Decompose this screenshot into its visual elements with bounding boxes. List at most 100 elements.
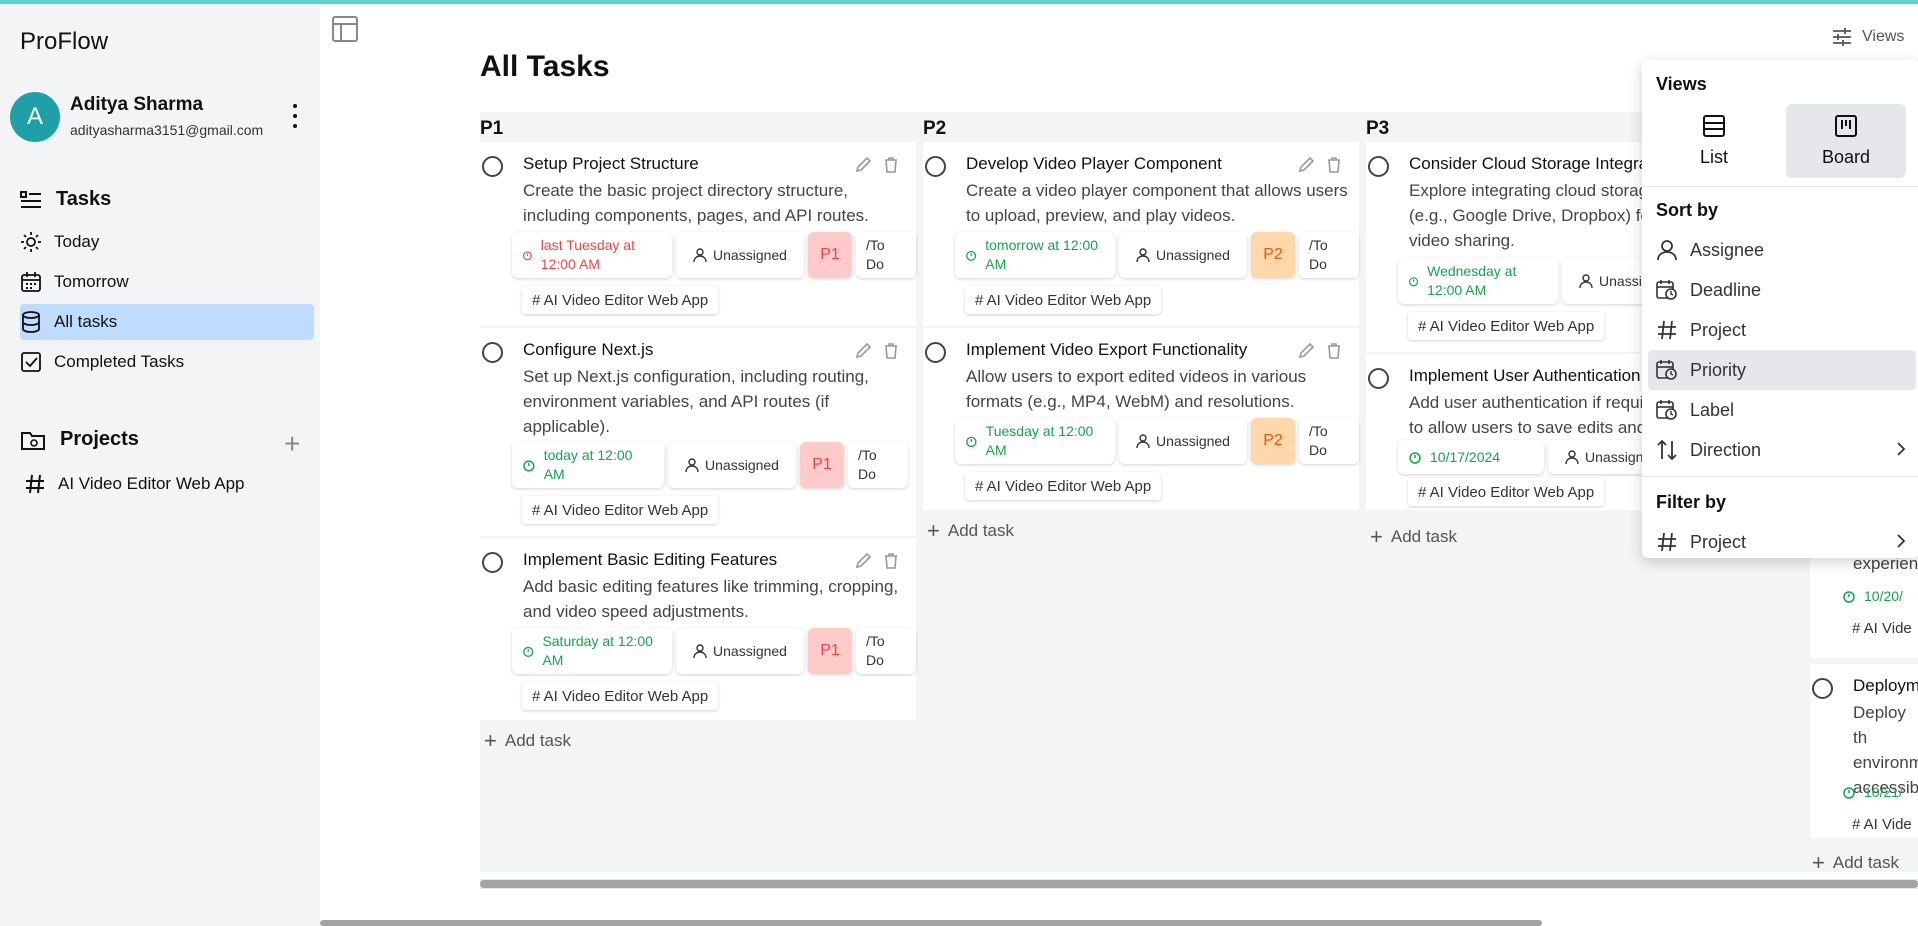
status-chip[interactable]: /To Do xyxy=(1299,232,1359,278)
trash-icon[interactable] xyxy=(882,156,900,174)
trash-icon[interactable] xyxy=(1325,156,1343,174)
project-tag[interactable]: # AI Video Editor Web App xyxy=(965,286,1162,314)
project-tag[interactable]: # AI Vide xyxy=(1852,816,1912,833)
sort-priority[interactable]: Priority xyxy=(1648,350,1916,390)
edit-icon[interactable] xyxy=(854,342,872,360)
add-task-button[interactable]: + Add task xyxy=(1812,850,1899,872)
assignee-chip[interactable]: Unassigned xyxy=(1119,232,1247,278)
due-date-chip[interactable]: 10/21/ xyxy=(1842,784,1903,800)
complete-checkbox[interactable] xyxy=(1368,368,1389,389)
priority-chip[interactable]: P1 xyxy=(800,442,844,488)
edit-icon[interactable] xyxy=(1297,156,1315,174)
complete-checkbox[interactable] xyxy=(925,156,946,177)
priority-chip[interactable]: P2 xyxy=(1251,418,1295,464)
complete-checkbox[interactable] xyxy=(482,156,503,177)
filter-project[interactable]: Project xyxy=(1648,522,1916,562)
trash-icon[interactable] xyxy=(882,552,900,570)
status-chip[interactable]: /To Do xyxy=(848,442,908,488)
task-title: Setup Project Structure xyxy=(523,154,699,173)
due-date-chip[interactable]: Wednesday at 12:00 AM xyxy=(1398,258,1558,304)
scrollbar-thumb[interactable] xyxy=(320,920,1542,926)
task-card[interactable]: Configure Next.js Set up Next.js configu… xyxy=(480,328,916,538)
due-date-chip[interactable]: Tuesday at 12:00 AM xyxy=(955,418,1115,464)
assignee-chip[interactable]: Unassigned xyxy=(676,232,804,278)
task-card[interactable]: Deploym Deploy th environm accessib 10/2… xyxy=(1810,664,1918,840)
views-dropdown-menu: Views List Board Sort by Assignee Deadli… xyxy=(1642,60,1918,558)
view-board-button[interactable]: Board xyxy=(1786,104,1906,178)
add-task-button[interactable]: + Add task xyxy=(1370,524,1457,550)
assignee-chip[interactable]: Unassigned xyxy=(676,628,804,674)
user-icon xyxy=(693,248,707,262)
views-button[interactable]: Views xyxy=(1832,28,1904,46)
sort-deadline[interactable]: Deadline xyxy=(1648,270,1916,310)
task-card[interactable]: Implement Video Export Functionality All… xyxy=(923,328,1359,512)
project-tag[interactable]: # AI Vide xyxy=(1852,620,1912,637)
task-title: Configure Next.js xyxy=(523,340,654,359)
due-date-chip[interactable]: tomorrow at 12:00 AM xyxy=(955,232,1115,278)
column-header: P1 xyxy=(480,118,504,139)
task-card[interactable]: Develop Video Player Component Create a … xyxy=(923,142,1359,328)
complete-checkbox[interactable] xyxy=(482,342,503,363)
view-list-button[interactable]: List xyxy=(1654,104,1774,178)
edit-icon[interactable] xyxy=(854,552,872,570)
sort-direction[interactable]: Direction xyxy=(1648,430,1916,470)
sort-project[interactable]: Project xyxy=(1648,310,1916,350)
toggle-sidebar-icon[interactable] xyxy=(332,16,358,42)
complete-checkbox[interactable] xyxy=(482,552,503,573)
edit-icon[interactable] xyxy=(854,156,872,174)
sidebar-item-completed-tasks[interactable]: Completed Tasks xyxy=(20,344,314,380)
status-chip[interactable]: /To Do xyxy=(856,232,916,278)
sidebar-item-all-tasks[interactable]: All tasks xyxy=(20,304,314,340)
due-date-chip[interactable]: today at 12:00 AM xyxy=(512,442,664,488)
page-horizontal-scrollbar[interactable] xyxy=(320,918,1918,926)
complete-checkbox[interactable] xyxy=(925,342,946,363)
sidebar-project-ai-video-editor[interactable]: AI Video Editor Web App xyxy=(24,466,318,502)
status-chip[interactable]: /To Do xyxy=(1299,418,1359,464)
add-task-button[interactable]: + Add task xyxy=(927,518,1014,544)
due-date-chip[interactable]: Saturday at 12:00 AM xyxy=(512,628,672,674)
menu-divider xyxy=(1642,476,1918,477)
task-card[interactable]: Setup Project Structure Create the basic… xyxy=(480,142,916,328)
priority-chip[interactable]: P1 xyxy=(808,232,852,278)
project-tag[interactable]: # AI Video Editor Web App xyxy=(522,496,719,524)
project-tag[interactable]: # AI Video Editor Web App xyxy=(522,286,719,314)
complete-checkbox[interactable] xyxy=(1368,156,1389,177)
calendar-icon xyxy=(21,272,41,292)
due-date-chip[interactable]: last Tuesday at 12:00 AM xyxy=(512,232,672,278)
task-card[interactable]: experien 10/20/ # AI Vide xyxy=(1810,552,1918,660)
add-task-button[interactable]: + Add task xyxy=(484,728,571,754)
project-tag[interactable]: # AI Video Editor Web App xyxy=(1408,478,1605,506)
add-project-icon[interactable]: + xyxy=(284,430,300,458)
alarm-clock-icon xyxy=(522,251,532,261)
sort-assignee[interactable]: Assignee xyxy=(1648,230,1916,270)
avatar[interactable]: A xyxy=(10,92,60,142)
more-options-icon[interactable] xyxy=(291,104,299,128)
status-chip[interactable]: /To Do xyxy=(856,628,916,674)
task-description: Allow users to export edited videos in v… xyxy=(966,367,1307,411)
project-tag[interactable]: # AI Video Editor Web App xyxy=(1408,312,1605,340)
project-tag[interactable]: # AI Video Editor Web App xyxy=(965,472,1162,500)
complete-checkbox[interactable] xyxy=(1812,678,1833,699)
scrollbar-thumb[interactable] xyxy=(480,880,1918,888)
edit-icon[interactable] xyxy=(1297,342,1315,360)
user-icon xyxy=(1579,274,1593,288)
project-tag[interactable]: # AI Video Editor Web App xyxy=(522,682,719,710)
assignee-chip[interactable]: Unassigned xyxy=(668,442,796,488)
trash-icon[interactable] xyxy=(882,342,900,360)
priority-chip[interactable]: P2 xyxy=(1251,232,1295,278)
brand-logo: ProFlow xyxy=(20,28,109,55)
due-date-chip[interactable]: 10/17/2024 xyxy=(1398,440,1544,474)
sidebar-item-tomorrow[interactable]: Tomorrow xyxy=(20,264,314,300)
folder-icon xyxy=(21,431,45,450)
trash-icon[interactable] xyxy=(1325,342,1343,360)
assignee-chip[interactable]: Unassigned xyxy=(1119,418,1247,464)
board-horizontal-scrollbar[interactable] xyxy=(480,879,1918,889)
tasks-list-icon xyxy=(20,190,41,208)
task-description: Create the basic project directory struc… xyxy=(523,181,869,225)
sort-label[interactable]: Label xyxy=(1648,390,1916,430)
due-date-chip[interactable]: 10/20/ xyxy=(1842,588,1903,604)
priority-chip[interactable]: P1 xyxy=(808,628,852,674)
task-card[interactable]: Implement Basic Editing Features Add bas… xyxy=(480,538,916,722)
alarm-clock-icon xyxy=(523,646,534,657)
sidebar-item-today[interactable]: Today xyxy=(20,224,314,260)
